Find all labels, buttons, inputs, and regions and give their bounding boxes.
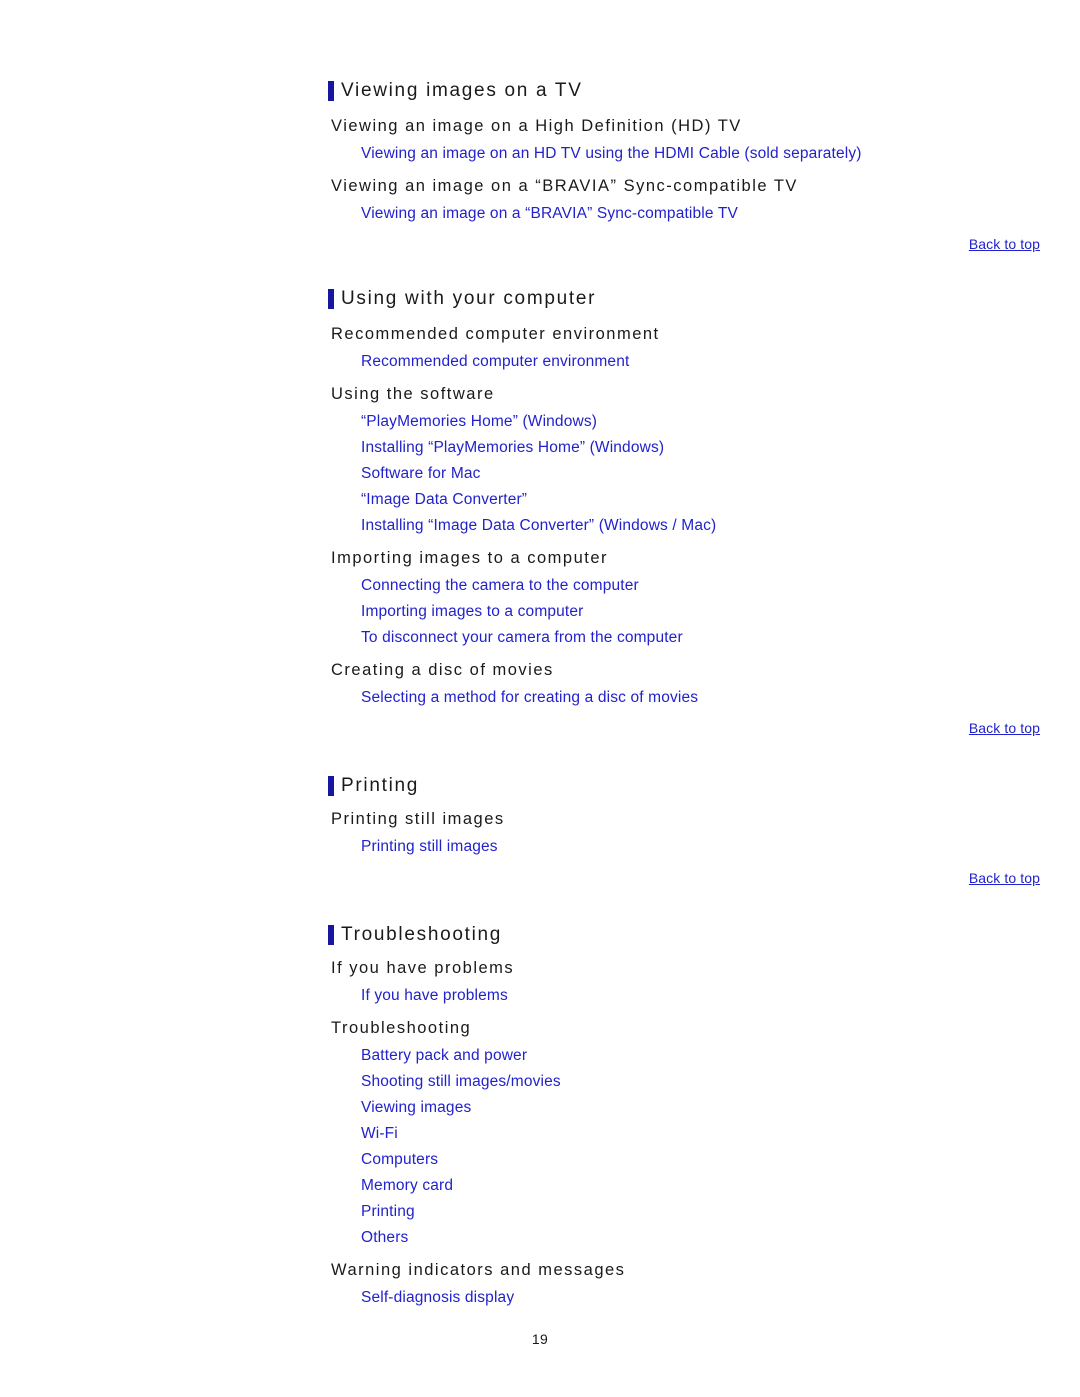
toc-link[interactable]: Self-diagnosis display <box>361 1288 1060 1308</box>
toc-link[interactable]: Software for Mac <box>361 464 1060 484</box>
sub-heading: Importing images to a computer <box>331 549 609 567</box>
sub-heading: Creating a disc of movies <box>331 661 554 679</box>
toc-link[interactable]: Installing “Image Data Converter” (Windo… <box>361 516 1060 536</box>
sub-heading: If you have problems <box>331 959 515 977</box>
toc-link[interactable]: Computers <box>361 1150 1060 1170</box>
toc-link[interactable]: “Image Data Converter” <box>361 490 1060 510</box>
sub-heading: Viewing an image on a High Definition (H… <box>331 117 742 135</box>
toc-link[interactable]: Battery pack and power <box>361 1046 1060 1066</box>
section-marker-icon <box>328 776 334 796</box>
toc-link[interactable]: Viewing images <box>361 1098 1060 1118</box>
toc-link[interactable]: To disconnect your camera from the compu… <box>361 628 1060 648</box>
section-marker-icon <box>328 289 334 309</box>
section-header: Printing <box>328 775 1060 797</box>
toc-link[interactable]: Recommended computer environment <box>361 352 1060 372</box>
section-printing: Printing Printing still images Printing … <box>328 775 1060 857</box>
toc-link[interactable]: Viewing an image on an HD TV using the H… <box>361 144 1060 164</box>
sub-heading: Printing still images <box>331 810 505 828</box>
section-troubleshooting: Troubleshooting If you have problems If … <box>328 924 1060 1308</box>
toc-link[interactable]: Shooting still images/movies <box>361 1072 1060 1092</box>
toc-link[interactable]: Viewing an image on a “BRAVIA” Sync-comp… <box>361 204 1060 224</box>
page-number: 19 <box>531 1331 549 1347</box>
section-title: Troubleshooting <box>341 924 503 945</box>
toc-link[interactable]: Connecting the camera to the computer <box>361 576 1060 596</box>
section-title: Printing <box>341 775 420 796</box>
back-to-top-link[interactable]: Back to top <box>969 870 1040 887</box>
section-header: Using with your computer <box>328 288 1060 310</box>
sub-heading: Troubleshooting <box>331 1019 472 1037</box>
toc-link[interactable]: Printing <box>361 1202 1060 1222</box>
toc-link[interactable]: Wi-Fi <box>361 1124 1060 1144</box>
sub-heading: Warning indicators and messages <box>331 1261 626 1279</box>
section-title: Viewing images on a TV <box>341 80 583 101</box>
section-marker-icon <box>328 81 334 101</box>
section-marker-icon <box>328 925 334 945</box>
toc-link[interactable]: Importing images to a computer <box>361 602 1060 622</box>
back-to-top-link[interactable]: Back to top <box>969 720 1040 737</box>
toc-link[interactable]: Installing “PlayMemories Home” (Windows) <box>361 438 1060 458</box>
sub-heading: Viewing an image on a “BRAVIA” Sync-comp… <box>331 177 798 195</box>
sub-heading: Recommended computer environment <box>331 325 660 343</box>
document-page: Viewing images on a TV Viewing an image … <box>0 0 1080 1397</box>
section-header: Viewing images on a TV <box>328 80 1060 102</box>
section-header: Troubleshooting <box>328 924 1060 946</box>
toc-link[interactable]: Others <box>361 1228 1060 1248</box>
back-to-top-link[interactable]: Back to top <box>969 236 1040 253</box>
toc-link[interactable]: Printing still images <box>361 837 1060 857</box>
sub-heading: Using the software <box>331 385 495 403</box>
section-viewing-images-on-a-tv: Viewing images on a TV Viewing an image … <box>328 80 1060 224</box>
toc-link[interactable]: Memory card <box>361 1176 1060 1196</box>
section-using-with-your-computer: Using with your computer Recommended com… <box>328 288 1060 708</box>
toc-link[interactable]: “PlayMemories Home” (Windows) <box>361 412 1060 432</box>
section-title: Using with your computer <box>341 288 597 309</box>
toc-link[interactable]: If you have problems <box>361 986 1060 1006</box>
toc-link[interactable]: Selecting a method for creating a disc o… <box>361 688 1060 708</box>
